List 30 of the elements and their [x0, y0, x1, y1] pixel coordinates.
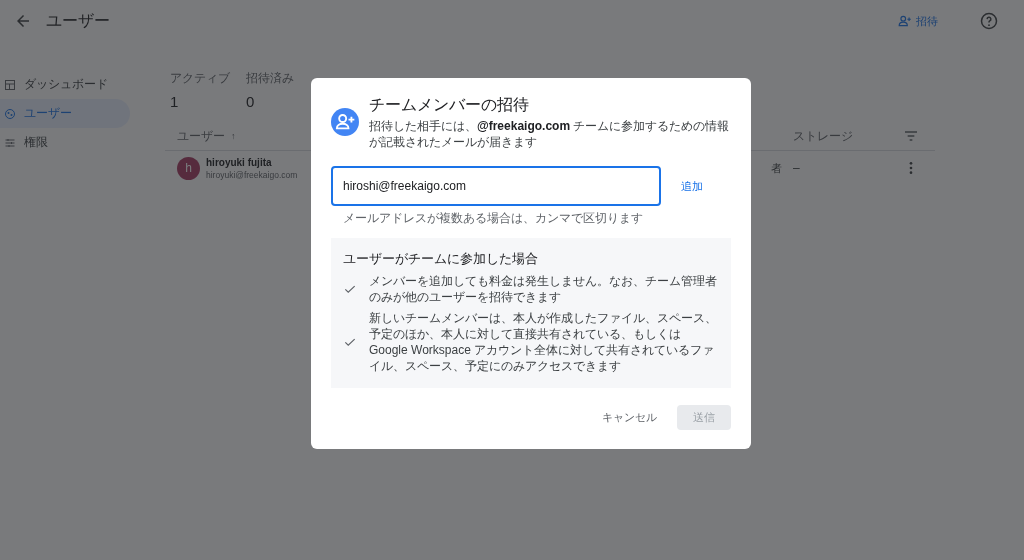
- dashboard-icon: [4, 78, 16, 91]
- stat-value: 0: [246, 93, 256, 110]
- person-add-icon: [331, 108, 359, 136]
- sort-arrow-icon[interactable]: ↑: [231, 131, 236, 141]
- filter-icon[interactable]: [903, 128, 919, 144]
- sidebar-item[interactable]: 権限: [0, 128, 130, 157]
- page-title: ユーザー: [46, 10, 110, 31]
- email-input-field[interactable]: hiroshi@freekaigo.com: [331, 166, 661, 206]
- avatar: h: [177, 156, 200, 180]
- stat-value: 1: [170, 93, 180, 110]
- table-cell-text: –: [793, 161, 801, 175]
- add-button[interactable]: 追加: [677, 174, 707, 198]
- info-text: メンバーを追加しても料金は発生しません。なお、チーム管理者のみが他のユーザーを招待できます: [369, 273, 718, 305]
- invite-button[interactable]: 招待: [894, 9, 942, 33]
- person-add-icon: [898, 14, 912, 28]
- sidebar-item[interactable]: ユーザー: [0, 99, 130, 128]
- user-email: hiroyuki@freekaigo.com: [206, 169, 298, 180]
- user-name: hiroyuki fujita: [206, 156, 273, 168]
- help-icon[interactable]: [980, 12, 998, 30]
- input-hint: メールアドレスが複数ある場合は、カンマで区切ります: [343, 210, 644, 227]
- stat-label: 招待済み: [246, 70, 294, 87]
- sliders-icon: [4, 136, 16, 149]
- cancel-button[interactable]: キャンセル: [594, 404, 665, 431]
- info-text: 新しいチームメンバーは、本人が作成したファイル、スペース、予定のほか、本人に対して直接共有されている、もしくは Google Workspace アカウント全体に対して共有されているファイル、スペース、予定にのみアクセスできます: [369, 310, 718, 374]
- sidebar-item[interactable]: ダッシュボード: [0, 70, 130, 99]
- column-header[interactable]: ユーザー: [177, 127, 225, 145]
- dialog-description: 招待した相手には、@freekaigo.com チームに参加するための情報が記載されたメールが届きます: [369, 118, 731, 150]
- table-cell: 者: [771, 161, 782, 174]
- info-heading: ユーザーがチームに参加した場合: [343, 250, 539, 268]
- dialog-title: チームメンバーの招待: [369, 95, 530, 115]
